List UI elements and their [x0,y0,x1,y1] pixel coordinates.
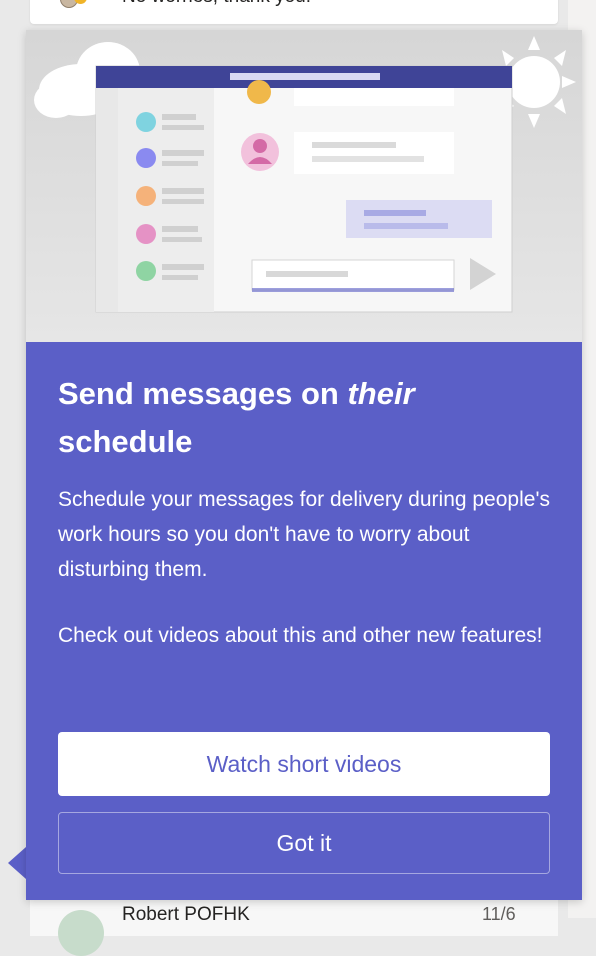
reaction-avatars [60,0,100,8]
person-icon [241,133,279,171]
popup-body: Send messages on their schedule Schedule … [58,370,550,653]
message-timestamp: 11/6 [482,904,516,924]
background-message-top: No worries, thank you! [30,0,558,24]
background-message-bottom: Robert POFHK 11/6 [30,896,558,956]
sender-name: Robert POFHK [122,904,250,925]
feature-illustration [26,30,582,342]
popup-description: Schedule your messages for delivery duri… [58,488,550,581]
got-it-button[interactable]: Got it [58,812,550,874]
popup-secondary-text: Check out videos about this and other ne… [58,624,543,647]
popup-pointer [8,847,26,879]
app-window-illustration [95,65,513,313]
feature-tour-popup: Send messages on their schedule Schedule … [26,30,582,900]
popup-title: Send messages on their schedule [58,376,415,459]
avatar [58,910,104,956]
background-message-text: No worries, thank you! [122,0,311,8]
watch-videos-button[interactable]: Watch short videos [58,732,550,796]
